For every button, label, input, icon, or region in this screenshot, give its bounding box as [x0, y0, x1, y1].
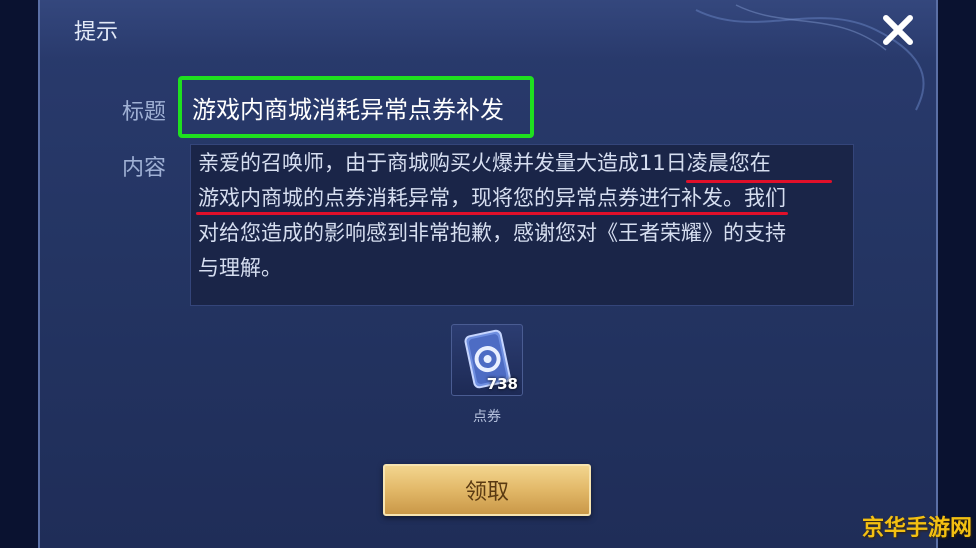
claim-button[interactable]: 领取 [383, 464, 591, 516]
content-line: 与理解。 [198, 256, 282, 280]
reward-count: 738 [486, 375, 518, 393]
close-icon [883, 15, 913, 45]
content-line: 游戏内商城的点券消耗异常，现将您的异常点券进行补发。我们 [198, 186, 786, 210]
watermark-text: 京华手游网 [861, 516, 972, 541]
reward-item[interactable]: 738 [451, 324, 523, 396]
content-text: 亲爱的召唤师，由于商城购买火爆并发量大造成11日凌晨您在 游戏内商城的点券消耗异… [198, 146, 848, 286]
content-line: 亲爱的召唤师，由于商城购买火爆并发量大造成11日凌晨您在 [198, 151, 771, 175]
reward-name: 点券 [473, 409, 501, 425]
underline-mark [686, 180, 832, 183]
underline-mark [196, 212, 788, 215]
subject-text: 游戏内商城消耗异常点券补发 [178, 76, 534, 138]
dialog-title: 提示 [74, 20, 119, 45]
content-line: 对给您造成的影响感到非常抱歉，感谢您对《王者荣耀》的支持 [198, 221, 786, 245]
content-label: 内容 [122, 156, 167, 181]
close-button[interactable] [876, 8, 920, 52]
subject-label: 标题 [122, 100, 167, 125]
